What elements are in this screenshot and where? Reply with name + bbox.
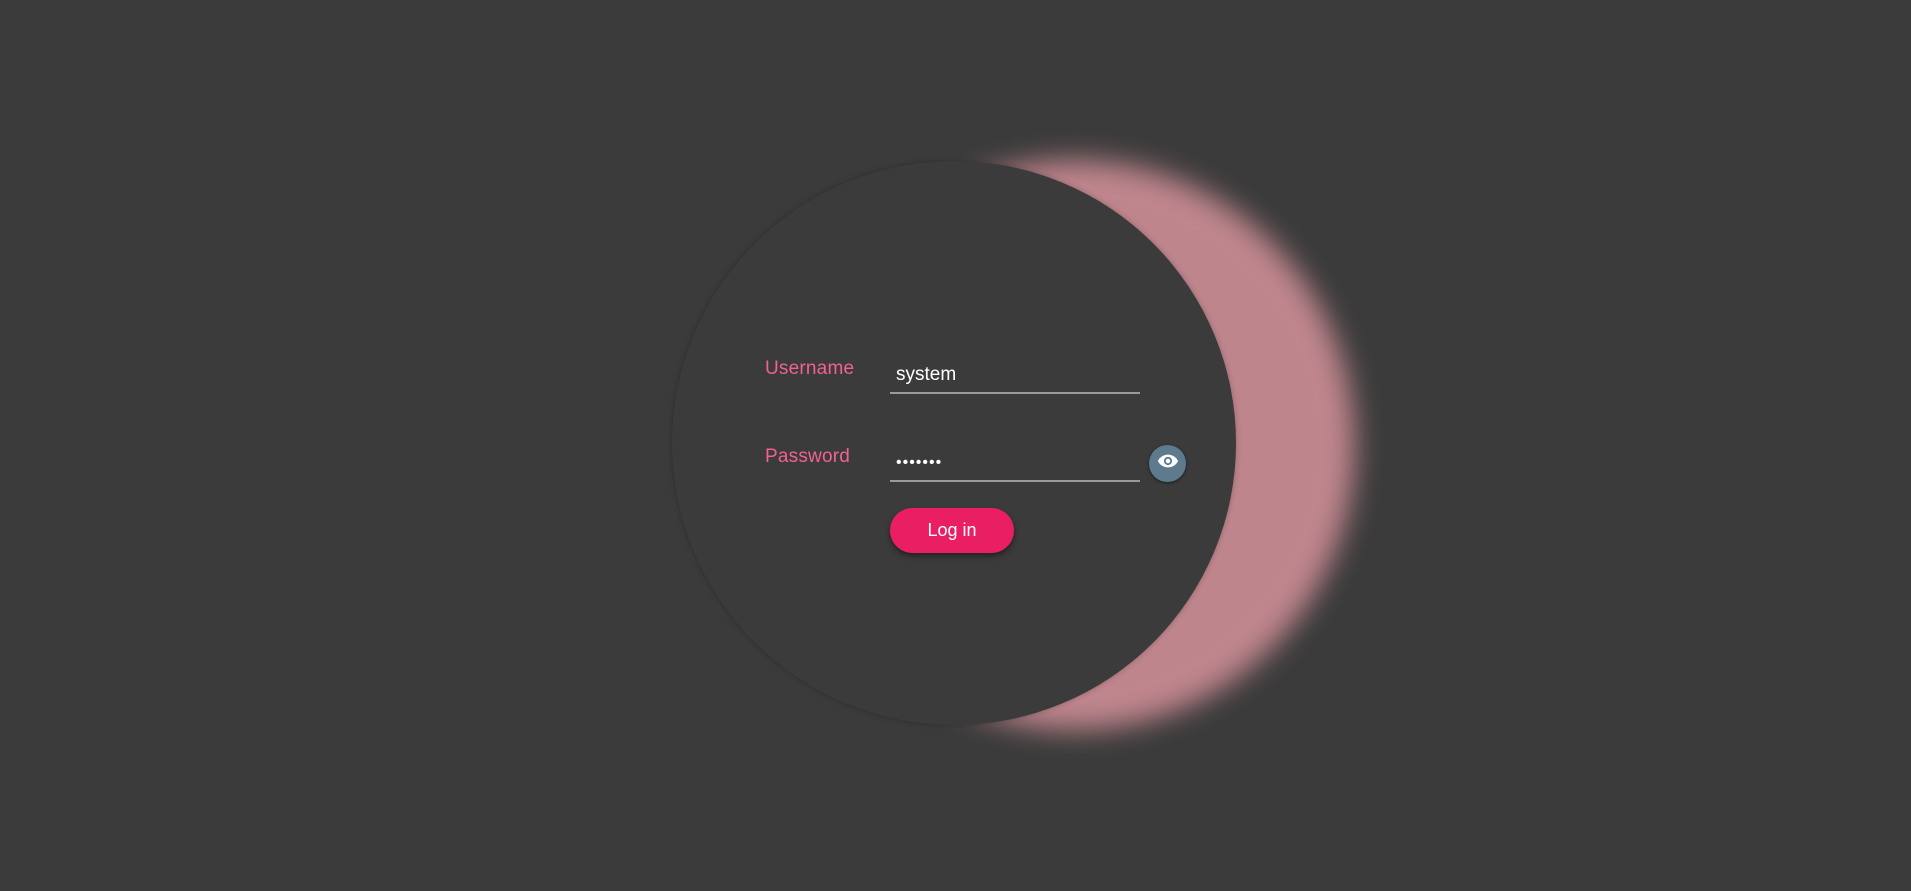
- username-label: Username: [765, 358, 855, 379]
- login-button[interactable]: Log in: [890, 508, 1014, 553]
- username-input[interactable]: system: [890, 360, 1140, 394]
- password-input[interactable]: •••••••: [890, 448, 1140, 482]
- password-label: Password: [765, 446, 851, 467]
- show-password-button[interactable]: [1149, 445, 1186, 482]
- login-form: Username system Password ••••••• Log in: [0, 0, 1911, 891]
- login-page: Username system Password ••••••• Log in: [0, 0, 1911, 891]
- eye-icon: [1157, 450, 1179, 477]
